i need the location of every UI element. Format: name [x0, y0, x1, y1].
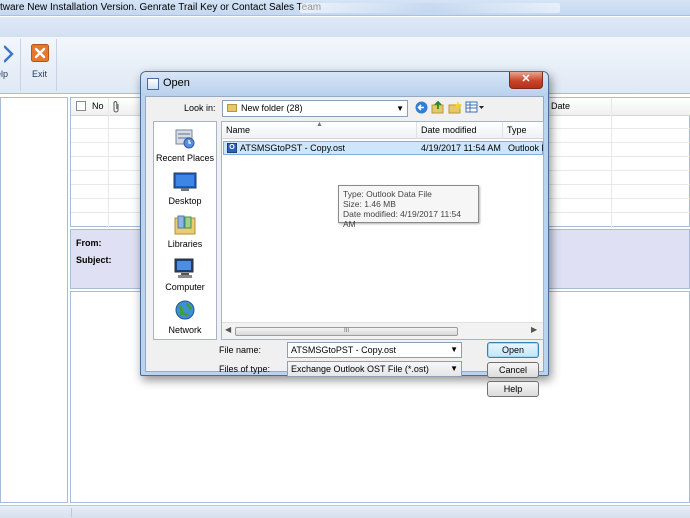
file-info-tooltip: Type: Outlook Data File Size: 1.46 MB Da…: [338, 185, 479, 229]
view-menu-icon[interactable]: [465, 101, 485, 115]
exit-ribbon-button[interactable]: Exit: [23, 39, 57, 91]
place-network[interactable]: Network: [154, 300, 216, 335]
dialog-content: Look in: New folder (28) ▼ Recent Places: [145, 96, 544, 397]
status-segment: [0, 508, 72, 517]
files-of-type-select[interactable]: Exchange Outlook OST File (*.ost) ▼: [287, 361, 462, 377]
file-list-header: Name ▲ Date modified Type: [222, 122, 543, 139]
libraries-icon: [173, 214, 197, 236]
column-type[interactable]: Type: [503, 122, 543, 139]
horizontal-scrollbar[interactable]: ◀ III ▶: [222, 322, 543, 339]
column-date-modified[interactable]: Date modified: [417, 122, 503, 139]
up-folder-icon[interactable]: [431, 100, 445, 115]
place-label: Computer: [165, 282, 205, 292]
help-button[interactable]: Help: [487, 381, 539, 397]
tooltip-date: Date modified: 4/19/2017 11:54 AM: [343, 209, 461, 229]
tooltip-type: Type: Outlook Data File: [343, 189, 432, 199]
chevron-down-icon[interactable]: ▼: [450, 343, 458, 357]
col-no[interactable]: No: [92, 98, 104, 115]
dialog-title-bar[interactable]: Open ✕: [141, 72, 548, 96]
look-in-label: Look in:: [184, 103, 216, 113]
dialog-title: Open: [163, 77, 190, 89]
file-name: ATSMSGtoPST - Copy.ost: [240, 143, 346, 153]
from-label: From:: [76, 238, 102, 248]
tooltip-size: Size: 1.46 MB: [343, 199, 396, 209]
exit-label: Exit: [31, 69, 47, 79]
grid-divider: [611, 98, 612, 228]
attachment-icon[interactable]: [113, 98, 120, 119]
sort-ascending-icon: ▲: [316, 121, 323, 128]
look-in-combo[interactable]: New folder (28) ▼: [222, 100, 408, 117]
computer-icon: [173, 257, 197, 279]
scroll-left-icon[interactable]: ◀: [225, 325, 231, 334]
folder-icon: [227, 104, 237, 112]
title-glare: [300, 3, 560, 13]
ost-file-icon: O: [227, 143, 237, 153]
look-in-value: New folder (28): [241, 103, 303, 113]
place-computer[interactable]: Computer: [154, 257, 216, 292]
app-title-bar: tware New Installation Version. Genrate …: [0, 0, 690, 16]
open-dialog: Open ✕ Look in: New folder (28) ▼ Recent…: [140, 71, 549, 397]
place-recent-places[interactable]: Recent Places: [154, 128, 216, 163]
desktop-icon: [173, 171, 197, 193]
help-ribbon-button[interactable]: elp: [0, 39, 21, 91]
close-button[interactable]: ✕: [509, 72, 543, 89]
files-of-type-value: Exchange Outlook OST File (*.ost): [291, 364, 429, 374]
chevron-down-icon: ▼: [450, 364, 458, 373]
help-label: elp: [0, 69, 9, 79]
file-type: Outlook D: [508, 143, 543, 153]
place-label: Libraries: [167, 239, 203, 249]
app-title-text: tware New Installation Version. Genrate …: [0, 2, 322, 13]
back-icon[interactable]: [414, 101, 428, 115]
place-label: Recent Places: [155, 153, 215, 163]
scroll-thumb[interactable]: III: [235, 327, 458, 336]
help-icon: [3, 44, 18, 66]
subject-label: Subject:: [76, 255, 112, 265]
scroll-right-icon[interactable]: ▶: [531, 325, 537, 334]
status-bar: [0, 505, 690, 518]
file-name-value: ATSMSGtoPST - Copy.ost: [291, 345, 397, 355]
file-date-modified: 4/19/2017 11:54 AM: [421, 143, 501, 153]
recent-places-icon: [173, 128, 197, 150]
place-label: Network: [168, 325, 202, 335]
file-row[interactable]: O ATSMSGtoPST - Copy.ost 4/19/2017 11:54…: [223, 141, 543, 155]
files-of-type-label: Files of type:: [219, 364, 271, 374]
file-list[interactable]: Name ▲ Date modified Type O ATSMSGtoPST …: [221, 121, 544, 340]
new-folder-icon[interactable]: [448, 101, 462, 115]
dialog-window-icon: [147, 78, 159, 90]
cancel-button[interactable]: Cancel: [487, 362, 539, 378]
place-desktop[interactable]: Desktop: [154, 171, 216, 206]
column-name-label: Name: [226, 125, 251, 135]
select-all-checkbox[interactable]: [76, 101, 86, 111]
chevron-down-icon: ▼: [396, 104, 404, 113]
file-name-input[interactable]: ATSMSGtoPST - Copy.ost ▼: [287, 342, 462, 358]
exit-icon: [30, 44, 49, 64]
app-menu-strip: [0, 17, 690, 37]
open-button[interactable]: Open: [487, 342, 539, 358]
file-name-label: File name:: [219, 345, 262, 355]
folder-tree-pane[interactable]: [0, 97, 68, 503]
col-date[interactable]: Date: [551, 98, 570, 115]
place-libraries[interactable]: Libraries: [154, 214, 216, 249]
network-icon: [173, 300, 197, 322]
place-label: Desktop: [168, 196, 202, 206]
places-bar: Recent Places Desktop Libraries Computer: [153, 121, 217, 340]
grid-divider: [108, 98, 109, 228]
column-name[interactable]: Name ▲: [222, 122, 417, 139]
